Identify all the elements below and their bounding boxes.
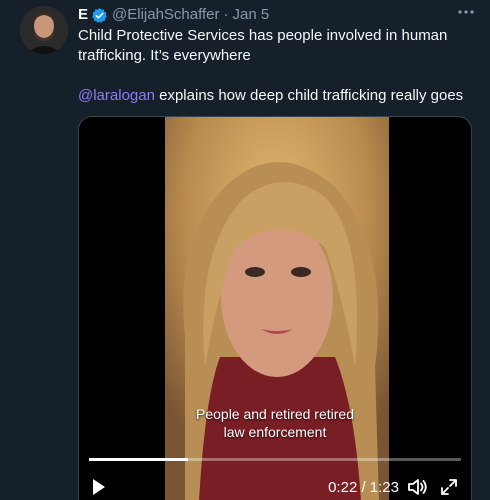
video-player[interactable]: People and retired retired law enforceme… [78, 116, 472, 500]
video-subtitle: People and retired retired law enforceme… [79, 405, 471, 441]
display-name[interactable]: E [78, 6, 88, 24]
verified-badge-icon [91, 7, 108, 24]
more-icon[interactable] [454, 2, 478, 22]
fullscreen-icon[interactable] [439, 477, 459, 497]
video-time: 0:22 / 1:23 [328, 479, 399, 496]
tweet-date[interactable]: Jan 5 [233, 6, 270, 24]
video-frame [165, 117, 389, 500]
tweet-text-line2-rest: explains how deep child trafficking real… [154, 87, 464, 104]
subtitle-line2: law enforcement [223, 424, 327, 440]
avatar[interactable] [20, 6, 68, 54]
video-controls: 0:22 / 1:23 [79, 473, 471, 500]
subtitle-line1: People and retired retired [196, 406, 354, 422]
progress-fill [89, 458, 188, 461]
play-icon[interactable] [91, 477, 107, 497]
user-handle[interactable]: @ElijahSchaffer [112, 6, 220, 24]
mention-link[interactable]: @laralogan [78, 87, 155, 104]
tweet-text-line1: Child Protective Services has people inv… [78, 27, 448, 64]
tweet-header: E @ElijahSchaffer · Jan 5 [78, 6, 470, 24]
tweet-text-line2: @laralogan explains how deep child traff… [78, 86, 470, 106]
progress-bar[interactable] [89, 458, 461, 461]
volume-icon[interactable] [407, 477, 429, 497]
separator-dot: · [223, 6, 229, 23]
tweet-text: Child Protective Services has people inv… [78, 26, 470, 106]
tweet: E @ElijahSchaffer · Jan 5 Child Protecti… [0, 0, 490, 500]
